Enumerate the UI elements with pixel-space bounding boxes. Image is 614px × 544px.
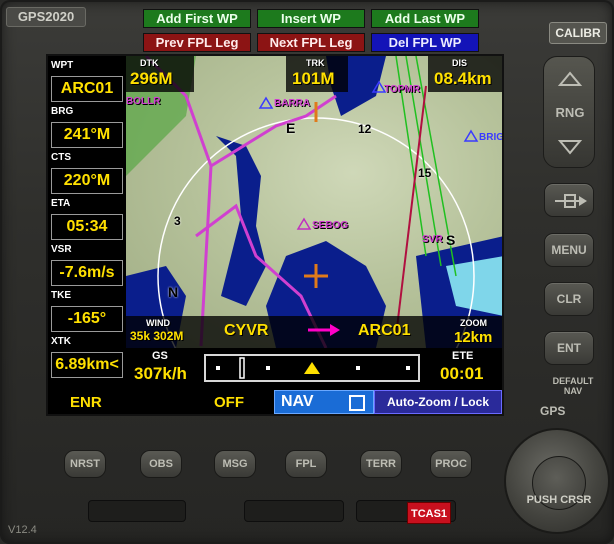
proc-button[interactable]: PROC: [430, 450, 472, 478]
zoom-value: 12km: [454, 329, 493, 346]
wp-label-sebog: SEBOG: [312, 220, 349, 231]
data-field-column: WPT ARC01 BRG 241°M CTS 220°M ETA 05:34 …: [48, 56, 126, 388]
prev-fpl-leg-button[interactable]: Prev FPL Leg: [143, 33, 251, 52]
dtk-label: DTK: [140, 58, 159, 68]
route-to: ARC01: [358, 322, 411, 339]
trk-label: TRK: [306, 58, 325, 68]
direct-to-icon: [555, 194, 587, 208]
zoom-label: ZOOM: [460, 318, 487, 328]
wind-label: WIND: [146, 318, 170, 328]
range-label: RNG: [555, 105, 585, 120]
compass-label-3: 3: [174, 214, 181, 228]
ete-label: ETE: [452, 350, 474, 362]
status-mode: ENR: [70, 394, 102, 411]
status-bar: ENR OFF NAV Auto-Zoom / Lock: [48, 388, 502, 414]
dtk-value: 296M: [130, 69, 173, 88]
ete-value: 00:01: [440, 364, 484, 383]
insert-wp-button[interactable]: Insert WP: [257, 9, 365, 28]
ent-button[interactable]: ENT: [544, 331, 594, 365]
compass-label-15: 15: [418, 166, 432, 180]
eta-label: ETA: [51, 198, 71, 209]
card-slot-center: [244, 500, 344, 522]
wpt-value: ARC01: [51, 76, 123, 102]
dis-label: DIS: [452, 58, 468, 68]
route-arrow-icon: [306, 322, 342, 343]
gps-screen: WPT ARC01 BRG 241°M CTS 220°M ETA 05:34 …: [46, 54, 504, 416]
terr-button[interactable]: TERR: [360, 450, 402, 478]
vsr-value: -7.6m/s: [51, 260, 123, 286]
card-slot-left: [88, 500, 186, 522]
range-up-icon: [557, 71, 583, 86]
nav-mode-button[interactable]: NAV: [274, 390, 374, 414]
menu-button[interactable]: MENU: [544, 233, 594, 267]
version-label: V12.4: [8, 524, 37, 536]
add-first-wp-button[interactable]: Add First WP: [143, 9, 251, 28]
cts-label: CTS: [51, 152, 71, 163]
tke-label: TKE: [51, 290, 71, 301]
wpt-label: WPT: [51, 60, 74, 71]
range-rocker[interactable]: RNG: [543, 56, 595, 168]
map-drawing: [126, 56, 502, 348]
cursor-knob[interactable]: PUSH CRSR: [504, 428, 610, 534]
waypoint-marker-barra: [258, 96, 274, 109]
moving-map[interactable]: BOLLR BARRA TOPMR BRIG SEBOG SVR E 12 15…: [126, 56, 504, 348]
compass-label-12: 12: [358, 122, 372, 136]
gps-label: GPS: [540, 404, 566, 418]
auto-zoom-lock-button[interactable]: Auto-Zoom / Lock: [374, 390, 502, 414]
xtk-label: XTK: [51, 336, 71, 347]
calibrate-button[interactable]: CALIBR: [549, 22, 607, 44]
brg-label: BRG: [51, 106, 74, 117]
knob-label: PUSH CRSR: [526, 494, 592, 506]
eta-value: 05:34: [51, 214, 123, 240]
next-fpl-leg-button[interactable]: Next FPL Leg: [257, 33, 365, 52]
status-flag: OFF: [214, 394, 244, 411]
default-nav-label: DEFAULT NAV: [552, 376, 594, 396]
xtk-value: 6.89km<: [51, 352, 123, 378]
route-from: CYVR: [224, 322, 269, 339]
compass-label-n: N: [168, 284, 179, 300]
gs-value: 307k/h: [134, 364, 187, 383]
compass-label-e: E: [286, 120, 296, 136]
nav-mode-label: NAV: [281, 393, 314, 410]
wp-label-barra: BARRA: [274, 98, 311, 109]
tcas-button[interactable]: TCAS1: [407, 502, 451, 524]
clr-button[interactable]: CLR: [544, 282, 594, 316]
wind-value: 35k 302M: [130, 329, 184, 343]
model-label: GPS2020: [6, 7, 86, 27]
range-down-icon: [557, 140, 583, 155]
cdi-indicator: [204, 354, 420, 382]
wp-label-brig: BRIG: [479, 132, 504, 143]
nav-data-bar: GS 307k/h ETE 00:01: [126, 348, 502, 388]
obs-button[interactable]: OBS: [140, 450, 182, 478]
gs-label: GS: [152, 350, 168, 362]
msg-button[interactable]: MSG: [214, 450, 256, 478]
waypoint-marker-sebog: [296, 217, 312, 230]
tke-value: -165°: [51, 306, 123, 332]
trk-value: 101M: [292, 69, 335, 88]
dis-value: 08.4km: [434, 69, 492, 88]
add-last-wp-button[interactable]: Add Last WP: [371, 9, 479, 28]
brg-value: 241°M: [51, 122, 123, 148]
nrst-button[interactable]: NRST: [64, 450, 106, 478]
del-fpl-wp-button[interactable]: Del FPL WP: [371, 33, 479, 52]
waypoint-marker-brig: [463, 129, 479, 142]
cts-value: 220°M: [51, 168, 123, 194]
compass-label-s: S: [446, 232, 456, 248]
nav-toggle-icon: [349, 395, 365, 411]
wp-label-bollr: BOLLR: [126, 96, 161, 107]
fpl-button[interactable]: FPL: [285, 450, 327, 478]
wp-label-svr: SVR: [422, 234, 443, 245]
vsr-label: VSR: [51, 244, 72, 255]
wp-label-topmr: TOPMR: [384, 84, 420, 95]
direct-to-button[interactable]: [544, 183, 594, 217]
